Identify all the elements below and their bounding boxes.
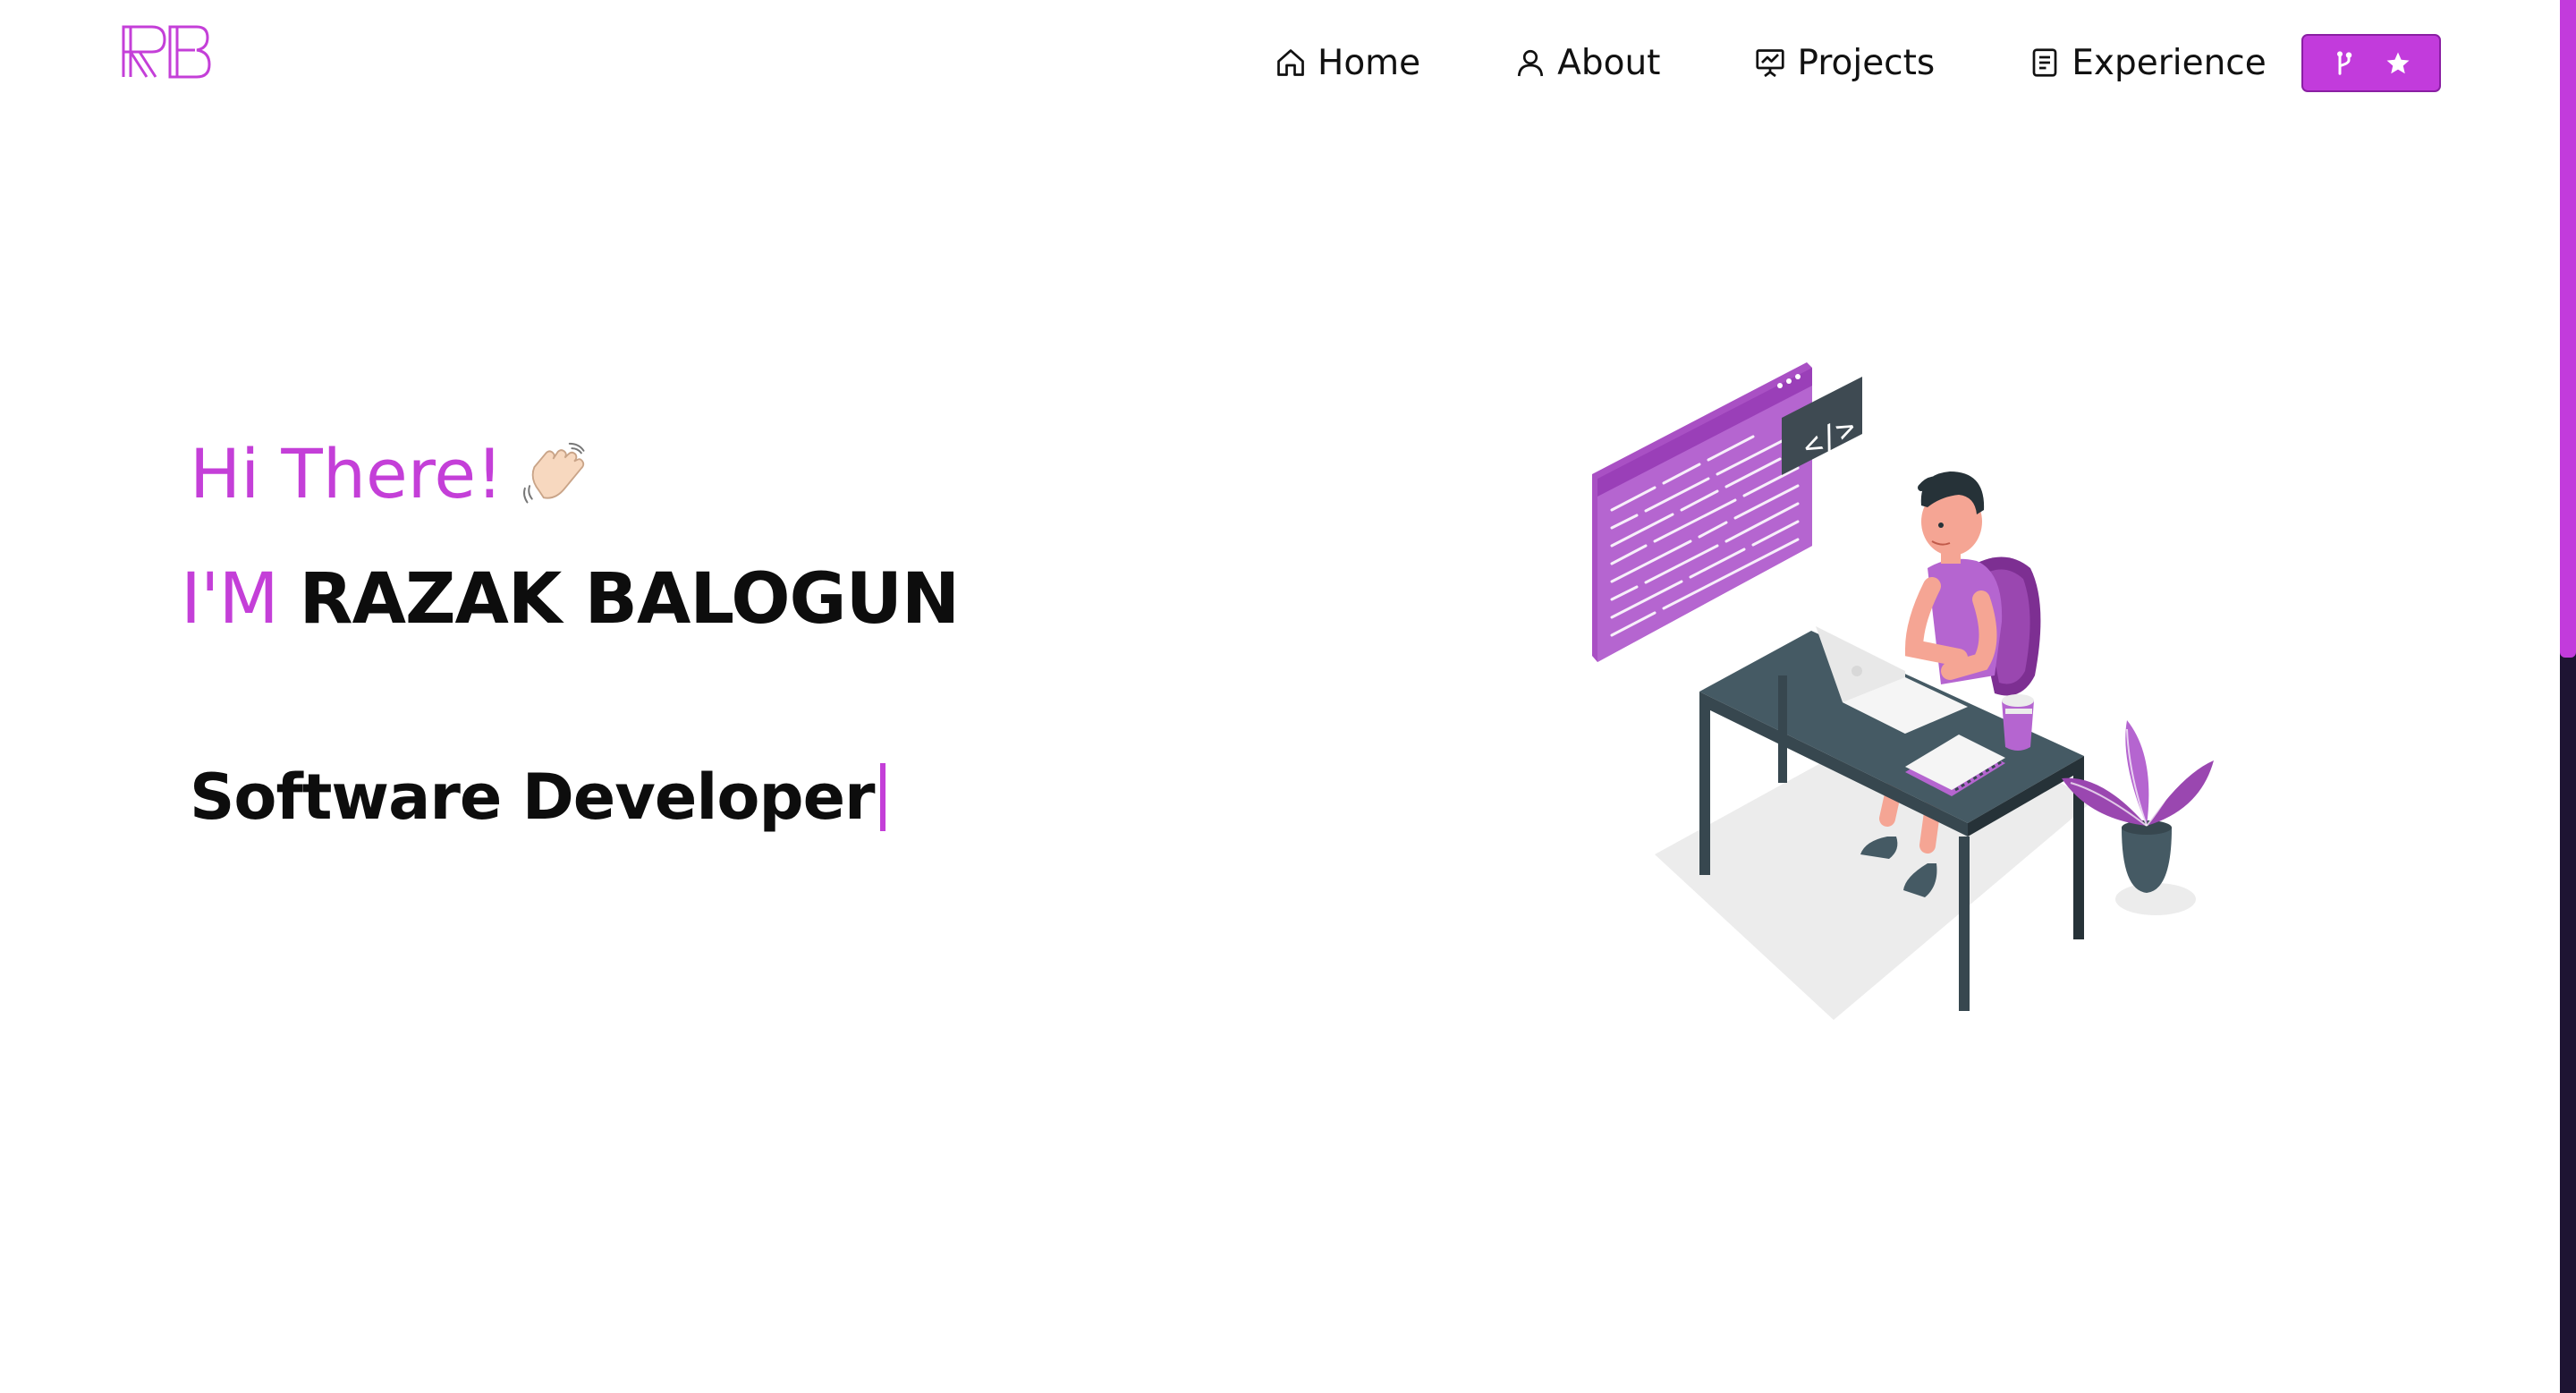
star-icon <box>2386 52 2410 73</box>
nav-item-projects[interactable]: Projects <box>1754 43 1935 83</box>
nav-item-about[interactable]: About <box>1514 43 1660 83</box>
logo[interactable] <box>120 23 213 81</box>
user-icon <box>1518 49 1544 77</box>
role-typewriter: Software Developer <box>190 760 886 834</box>
navbar: Home About Projects Experience <box>0 0 2560 125</box>
role-text: Software Developer <box>190 760 876 834</box>
typing-cursor <box>879 763 886 831</box>
scrollbar-thumb[interactable] <box>2560 0 2576 658</box>
nav-links: Home About Projects Experience <box>1275 34 2267 91</box>
greeting-text: Hi There! <box>190 434 504 514</box>
github-repo-button[interactable] <box>2301 34 2441 92</box>
nav-label-about: About <box>1557 42 1661 83</box>
presentation-icon <box>1756 49 1785 78</box>
page: Home About Projects Experience Hi There!… <box>0 0 2576 1393</box>
greeting: Hi There! <box>190 434 593 514</box>
nav-label-experience: Experience <box>2072 42 2267 83</box>
nav-item-home[interactable]: Home <box>1275 43 1420 83</box>
name-prefix: I'M <box>181 559 279 640</box>
git-fork-icon <box>2337 50 2352 75</box>
nav-label-projects: Projects <box>1797 42 1936 83</box>
page-scrollbar[interactable] <box>2560 0 2576 1393</box>
waving-hand-icon <box>522 442 585 503</box>
developer-at-desk-illustration: </> <box>1592 362 2214 1020</box>
document-icon <box>2032 48 2057 77</box>
nav-item-experience[interactable]: Experience <box>2029 43 2267 83</box>
full-name: RAZAK BALOGUN <box>299 559 961 640</box>
code-window <box>1592 362 1812 662</box>
nav-label-home: Home <box>1318 42 1421 83</box>
coffee-cup <box>2002 694 2034 751</box>
name-heading: I'M RAZAK BALOGUN <box>181 559 961 640</box>
home-icon <box>1277 49 1304 76</box>
